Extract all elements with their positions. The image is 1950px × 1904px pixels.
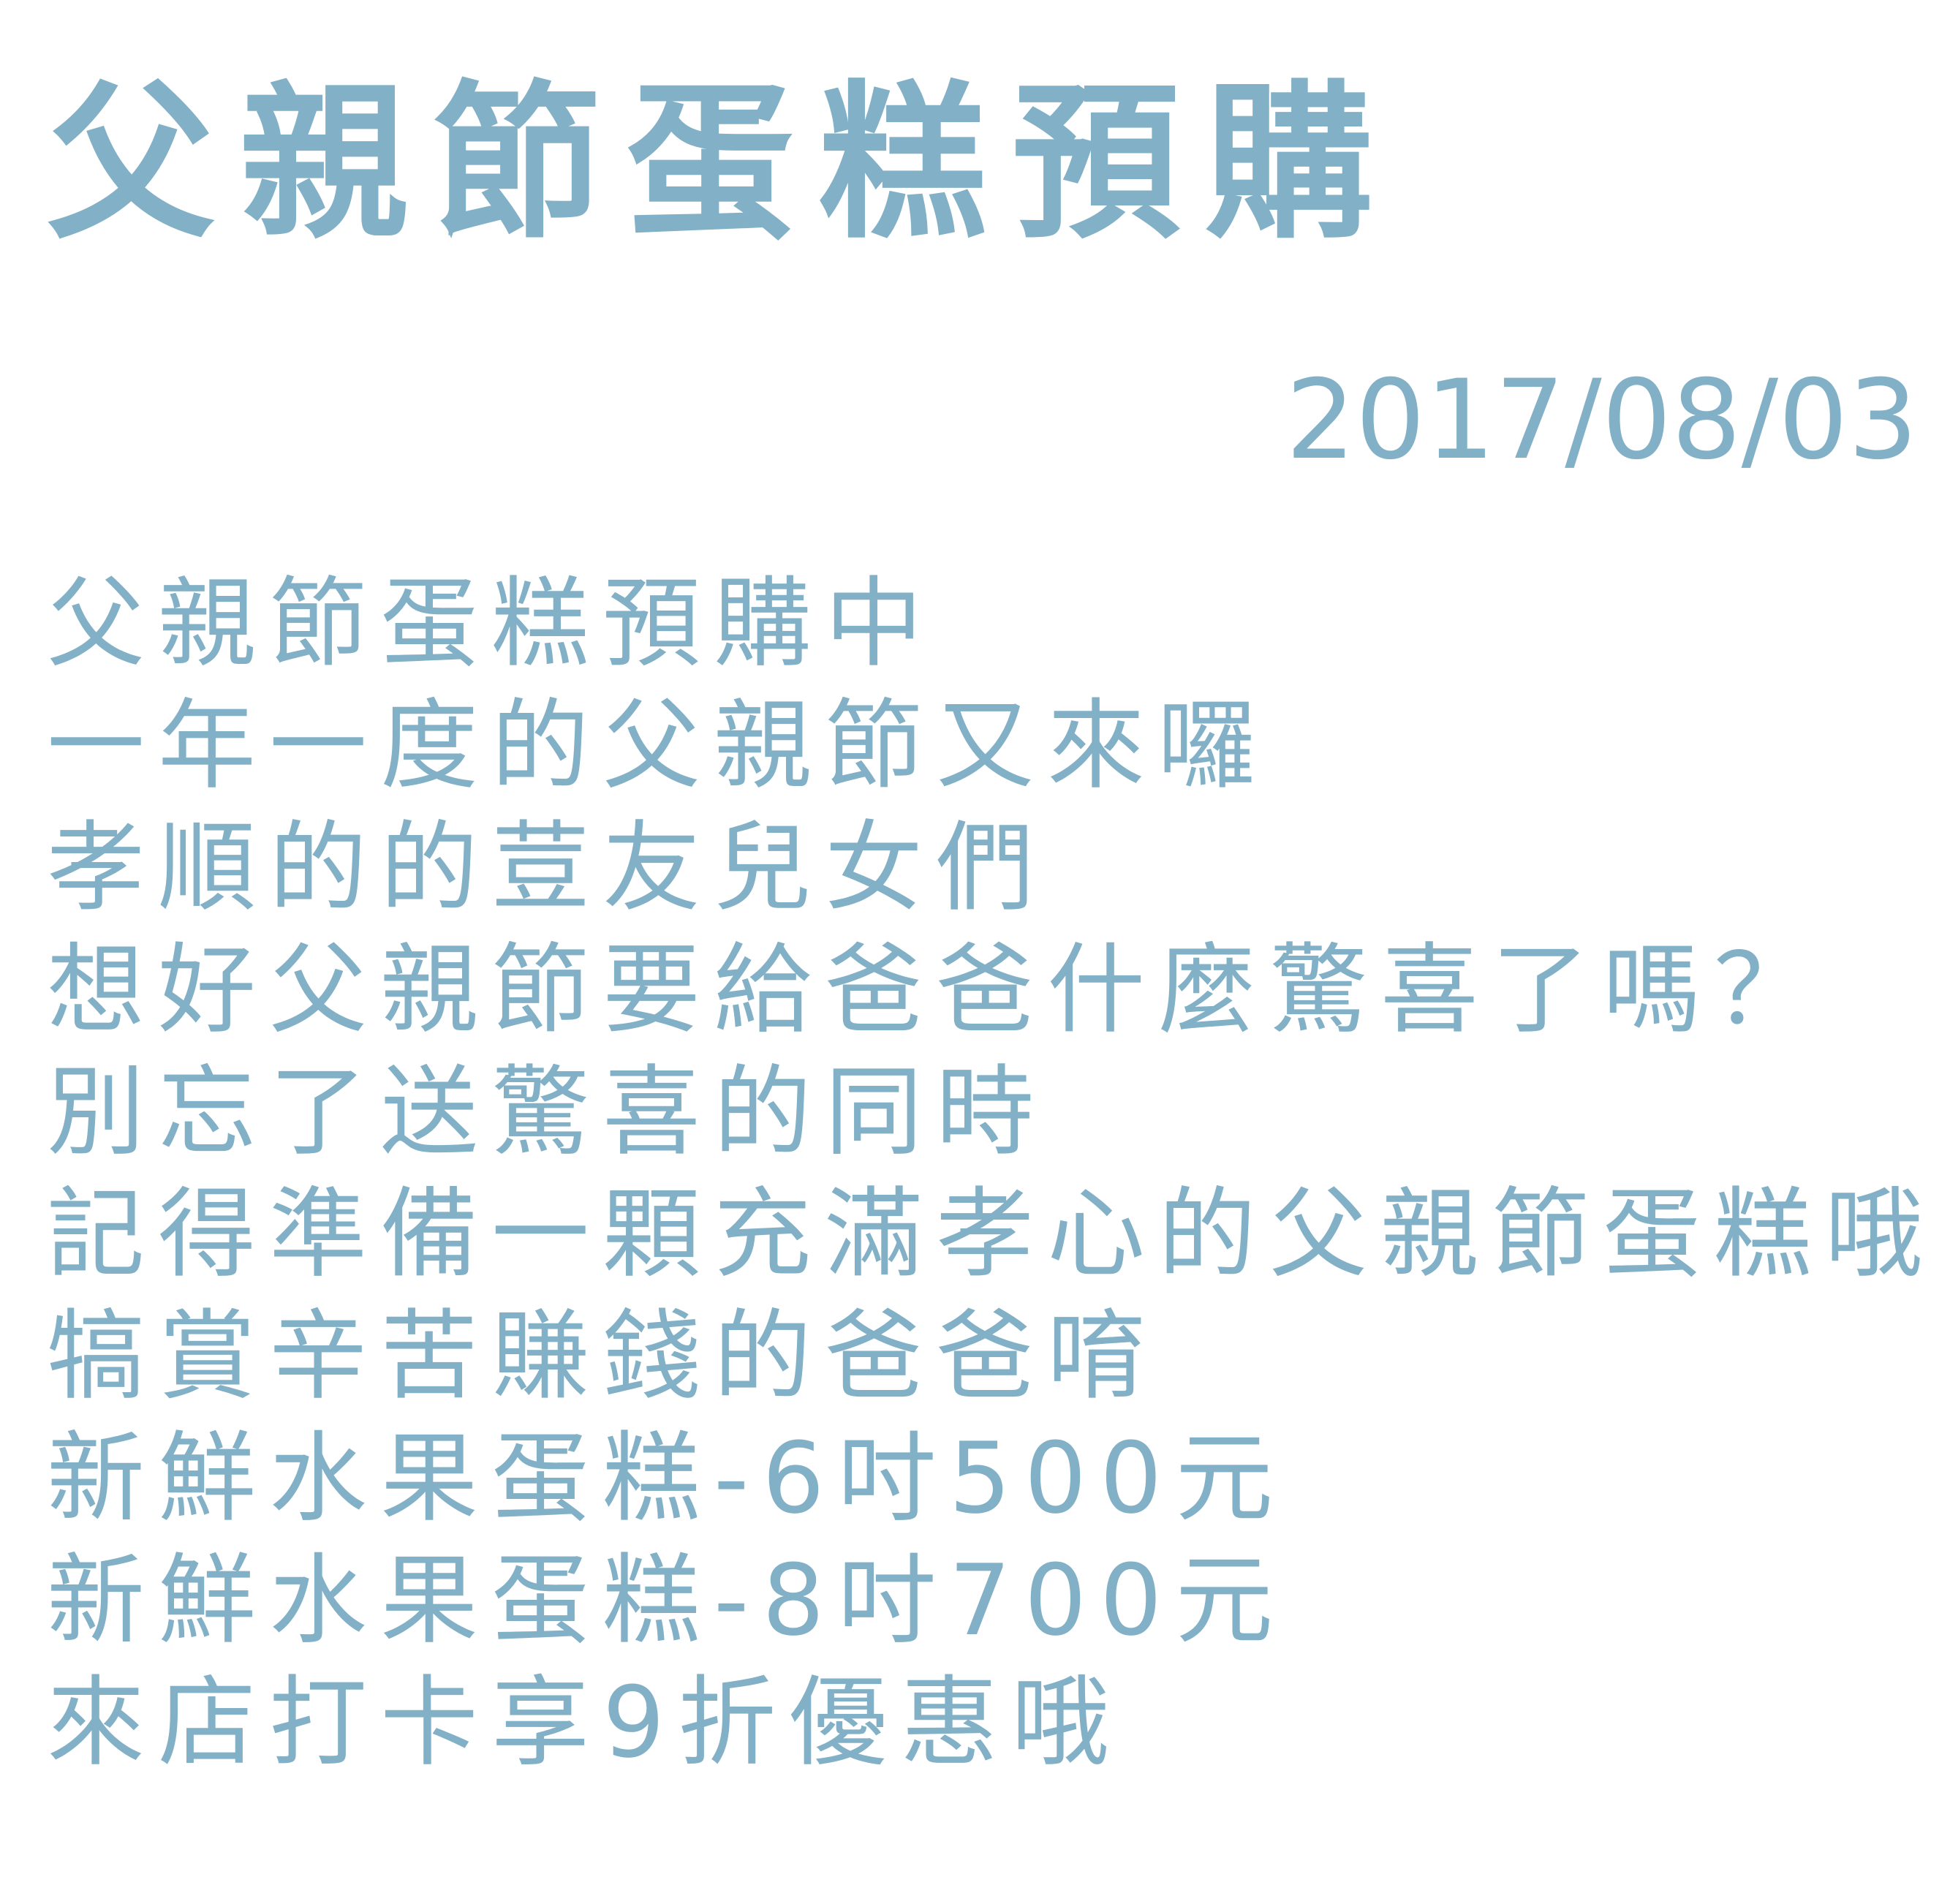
page-title: 父親節蛋糕預購 — [47, 67, 1399, 262]
body-line: 孝順的的荳友兒女們 — [47, 811, 1048, 925]
body-line: 一年一度的父親節又來囉 — [47, 689, 1270, 803]
post-date: 2017/08/03 — [1285, 357, 1918, 484]
body-line: 記得準備一顆充滿孝心的父親節蛋糕哦 — [47, 1177, 1937, 1291]
body-line: 想好父親節要給爸爸什麼驚喜了嗎？ — [47, 933, 1826, 1047]
body-line: 犒賞辛苦賺錢的爸爸唷 — [47, 1299, 1159, 1413]
price-line-8-inch: 新鮮水果蛋糕-8吋700元 — [47, 1544, 1287, 1658]
price-line-6-inch: 新鮮水果蛋糕-6吋500元 — [47, 1421, 1287, 1535]
body-line: 別忘了送驚喜的同時 — [47, 1055, 1048, 1169]
post-body: 父親節蛋糕預購中 一年一度的父親節又來囉 孝順的的荳友兒女們 想好父親節要給爸爸… — [47, 569, 1936, 1790]
body-line: 父親節蛋糕預購中 — [47, 567, 937, 681]
discount-line: 來店打卡享9折優惠哦 — [47, 1666, 1123, 1780]
